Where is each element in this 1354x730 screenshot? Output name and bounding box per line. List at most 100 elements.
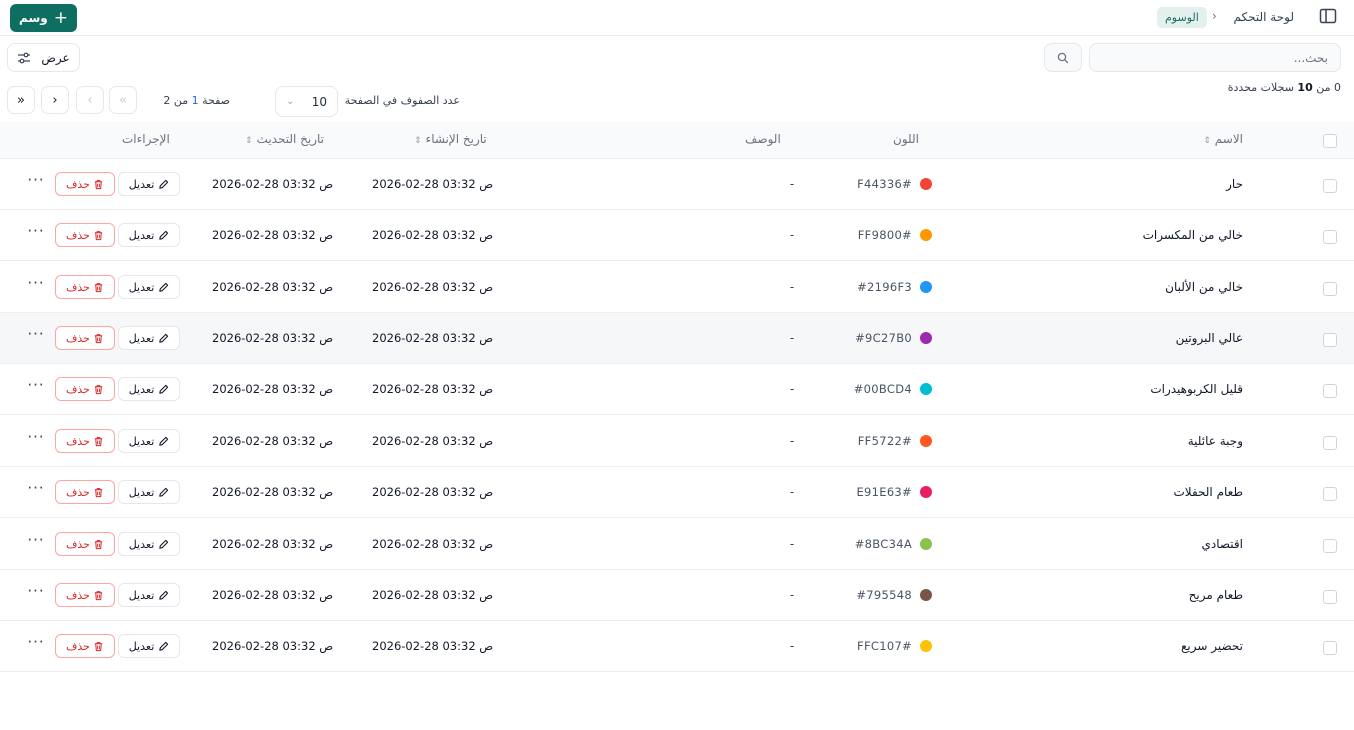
edit-button[interactable]: تعديل <box>118 429 180 453</box>
more-actions-button[interactable]: ··· <box>25 584 47 604</box>
row-checkbox[interactable] <box>1323 487 1337 501</box>
delete-button[interactable]: حذف <box>55 377 115 401</box>
view-options-button[interactable]: عرض <box>7 43 80 72</box>
column-header-name[interactable]: ⇕ الاسم <box>1199 132 1243 146</box>
edit-button[interactable]: تعديل <box>118 583 180 607</box>
search-input[interactable] <box>1089 43 1341 72</box>
search-button[interactable] <box>1044 43 1082 72</box>
row-checkbox[interactable] <box>1323 333 1337 347</box>
color-hex: #00BCD4 <box>853 382 912 396</box>
tag-name: حار <box>1226 177 1243 191</box>
edit-button[interactable]: تعديل <box>118 377 180 401</box>
color-swatch <box>920 332 932 344</box>
more-actions-button[interactable]: ··· <box>25 430 47 450</box>
next-page-button[interactable]: › <box>41 86 69 114</box>
trash-icon <box>94 487 103 497</box>
rows-per-page-select[interactable]: ⌄ 10 <box>275 86 338 117</box>
more-actions-button[interactable]: ··· <box>25 481 47 501</box>
table-row: قليل الكربوهيدرات #00BCD4 - 2026-02-28 03:3… <box>0 364 1354 415</box>
delete-button[interactable]: حذف <box>55 634 115 658</box>
more-actions-button[interactable]: ··· <box>25 635 47 655</box>
delete-button[interactable]: حذف <box>55 532 115 556</box>
table-header: ⇕ الاسم اللون الوصف ⇕ تاريخ الإنشاء ⇕ تاريخ… <box>0 122 1354 159</box>
column-header-updated[interactable]: ⇕ تاريخ التحديث <box>241 132 324 146</box>
row-checkbox[interactable] <box>1323 641 1337 655</box>
trash-icon <box>94 179 103 189</box>
row-checkbox[interactable] <box>1323 384 1337 398</box>
color-swatch <box>920 178 932 190</box>
delete-button[interactable]: حذف <box>55 326 115 350</box>
table-row: خالي من الألبان #2196F3 - 2026-02-28 03:32 … <box>0 262 1354 313</box>
delete-button[interactable]: حذف <box>55 275 115 299</box>
delete-button[interactable]: حذف <box>55 429 115 453</box>
color-swatch <box>920 538 932 550</box>
prev-page-button[interactable]: ‹ <box>76 86 104 114</box>
select-all-checkbox[interactable] <box>1323 134 1337 148</box>
more-actions-button[interactable]: ··· <box>25 173 47 193</box>
column-header-color: اللون <box>893 132 919 146</box>
tag-description: - <box>789 280 795 294</box>
new-tag-button[interactable]: وسم + <box>10 4 77 32</box>
edit-button[interactable]: تعديل <box>118 223 180 247</box>
more-actions-button[interactable]: ··· <box>25 327 47 347</box>
trash-icon <box>94 333 103 343</box>
tag-color: #00BCD4 <box>820 382 932 396</box>
delete-button[interactable]: حذف <box>55 172 115 196</box>
table-row: حار F44336# - 2026-02-28 03:32 ص 2026-02-28 … <box>0 159 1354 210</box>
table-row: تحضير سريع FFC107# - 2026-02-28 03:32 ص 2026… <box>0 621 1354 672</box>
delete-label: حذف <box>66 177 90 191</box>
last-page-button[interactable]: » <box>7 86 35 114</box>
created-date: 2026-02-28 03:32 ص <box>372 434 494 448</box>
edit-button[interactable]: تعديل <box>118 532 180 556</box>
edit-button[interactable]: تعديل <box>118 326 180 350</box>
edit-button[interactable]: تعديل <box>118 634 180 658</box>
updated-date: 2026-02-28 03:32 ص <box>212 588 334 602</box>
rows-per-page-value: 10 <box>311 94 327 109</box>
delete-button[interactable]: حذف <box>55 480 115 504</box>
row-checkbox[interactable] <box>1323 282 1337 296</box>
tag-name: خالي من المكسرات <box>1142 228 1243 242</box>
more-actions-button[interactable]: ··· <box>25 533 47 553</box>
tag-color: #2196F3 <box>820 280 932 294</box>
sidebar-toggle-icon[interactable] <box>1319 8 1339 26</box>
row-checkbox[interactable] <box>1323 539 1337 553</box>
row-checkbox[interactable] <box>1323 179 1337 193</box>
pencil-icon <box>159 539 169 549</box>
top-bar <box>0 0 1354 36</box>
color-swatch <box>920 589 932 601</box>
table-row: عالي البروتين #9C27B0 - 2026-02-28 03:32 ص 2… <box>0 313 1354 364</box>
edit-button[interactable]: تعديل <box>118 275 180 299</box>
created-date: 2026-02-28 03:32 ص <box>372 382 494 396</box>
more-actions-button[interactable]: ··· <box>25 224 47 244</box>
chevrons-right-icon: » <box>17 92 25 108</box>
sliders-icon <box>18 52 31 63</box>
view-options-label: عرض <box>41 50 70 65</box>
row-checkbox[interactable] <box>1323 590 1337 604</box>
row-checkbox[interactable] <box>1323 436 1337 450</box>
more-actions-button[interactable]: ··· <box>25 378 47 398</box>
color-hex: FF5722# <box>857 434 912 448</box>
selected-count-prefix: 0 من <box>1316 81 1341 94</box>
chevron-left-icon: ‹ <box>87 92 93 108</box>
created-date: 2026-02-28 03:32 ص <box>372 177 494 191</box>
column-header-created[interactable]: ⇕ تاريخ الإنشاء <box>410 132 487 146</box>
more-actions-button[interactable]: ··· <box>25 276 47 296</box>
of-label: من <box>173 94 189 107</box>
updated-date: 2026-02-28 03:32 ص <box>212 434 334 448</box>
trash-icon <box>94 230 103 240</box>
color-swatch <box>920 435 932 447</box>
color-hex: #9C27B0 <box>855 331 912 345</box>
delete-button[interactable]: حذف <box>55 583 115 607</box>
trash-icon <box>94 384 103 394</box>
edit-button[interactable]: تعديل <box>118 172 180 196</box>
delete-label: حذف <box>66 588 90 602</box>
delete-button[interactable]: حذف <box>55 223 115 247</box>
edit-button[interactable]: تعديل <box>118 480 180 504</box>
tag-description: - <box>789 331 795 345</box>
delete-label: حذف <box>66 280 90 294</box>
row-checkbox[interactable] <box>1323 230 1337 244</box>
edit-label: تعديل <box>128 434 155 448</box>
first-page-button[interactable]: « <box>109 86 137 114</box>
chevron-right-icon: › <box>52 92 58 108</box>
edit-label: تعديل <box>128 228 155 242</box>
